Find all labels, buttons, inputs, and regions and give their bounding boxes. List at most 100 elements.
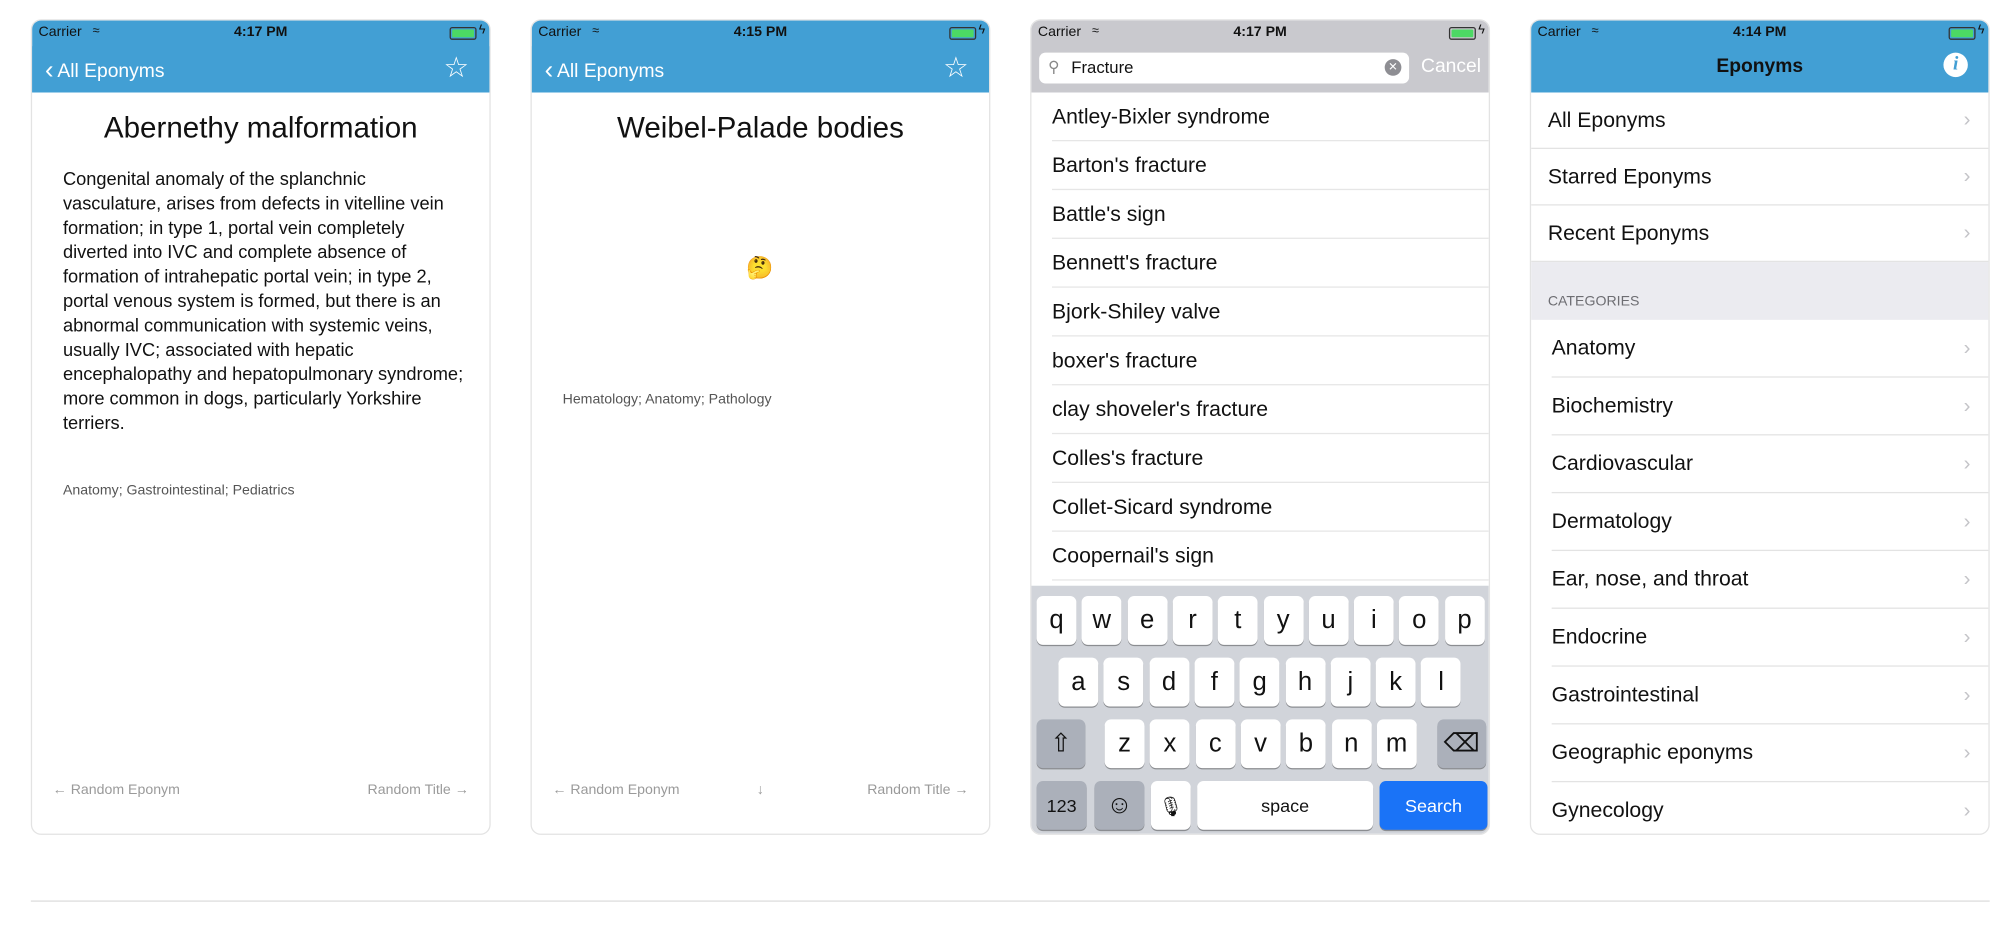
clear-icon[interactable]: ✕ <box>1384 59 1402 76</box>
category-item[interactable]: Biochemistry › <box>1531 378 1989 436</box>
key-j[interactable]: j <box>1330 657 1371 707</box>
section-header: CATEGORIES <box>1531 262 1989 320</box>
key-w[interactable]: w <box>1081 596 1122 645</box>
menu-item[interactable]: All Eponyms › <box>1531 92 1989 150</box>
key-l[interactable]: l <box>1421 657 1461 707</box>
search-input[interactable]: ⚲ Fracture ✕ <box>1039 52 1410 84</box>
key-k[interactable]: k <box>1375 657 1416 707</box>
charging-icon: ϟ <box>1478 23 1485 38</box>
search-result-item[interactable]: Bennett's fracture <box>1031 239 1489 288</box>
detail-screen-abernethy: Carrier ≈4:17 PM ϟ ‹ All Eponyms ☆ Aberneth… <box>30 19 491 835</box>
search-result-item[interactable]: Bjork-Shiley valve <box>1031 288 1489 337</box>
menu-item[interactable]: Recent Eponyms › <box>1531 206 1989 263</box>
category-label: Dermatology <box>1551 509 1672 534</box>
key-y[interactable]: y <box>1263 596 1304 645</box>
keyboard: q w e r t y u i o p a s d f g h j k l ⇧ z x c v b n m ⌫ 123 ☺ 🎙 space Se… <box>1031 585 1489 834</box>
key-n[interactable]: n <box>1331 719 1372 769</box>
section-header-label: CATEGORIES <box>1547 294 1640 310</box>
emoji-icon: ☺ <box>1106 791 1133 820</box>
random-eponym-link[interactable]: ← Random Eponym <box>552 782 679 797</box>
key-t[interactable]: t <box>1217 596 1258 645</box>
search-result-item[interactable]: Colles's fracture <box>1031 434 1489 483</box>
search-results-list: Antley-Bixler syndrome Barton's fracture B… <box>1031 92 1489 581</box>
search-result-item[interactable]: Barton's fracture <box>1031 141 1489 191</box>
key-s[interactable]: s <box>1103 657 1144 707</box>
key-d[interactable]: d <box>1149 657 1189 707</box>
microphone-key[interactable]: 🎙 <box>1150 780 1191 830</box>
space-key[interactable]: space <box>1197 780 1374 830</box>
key-r[interactable]: r <box>1172 596 1213 645</box>
key-e[interactable]: e <box>1127 596 1168 645</box>
key-q[interactable]: q <box>1036 596 1077 645</box>
key-h[interactable]: h <box>1285 657 1325 707</box>
chevron-left-icon: ‹ <box>544 56 554 85</box>
search-result-item[interactable]: clay shoveler's fracture <box>1031 385 1489 435</box>
key-p[interactable]: p <box>1444 596 1485 645</box>
category-item[interactable]: Anatomy › <box>1531 320 1989 378</box>
battery-icon <box>1948 26 1976 40</box>
key-z[interactable]: z <box>1104 719 1145 769</box>
chevron-left-icon: ‹ <box>44 56 54 85</box>
key-f[interactable]: f <box>1194 657 1235 707</box>
key-a[interactable]: a <box>1058 657 1099 707</box>
search-key[interactable]: Search <box>1379 780 1488 830</box>
key-g[interactable]: g <box>1239 657 1280 707</box>
cancel-button[interactable]: Cancel <box>1421 55 1481 77</box>
random-title-link[interactable]: Random Title → <box>368 782 469 797</box>
menu-item-label: Starred Eponyms <box>1547 165 1712 189</box>
microphone-icon: 🎙 <box>1158 796 1184 819</box>
search-result-item[interactable]: Battle's sign <box>1031 190 1489 239</box>
chevron-right-icon: › <box>1963 684 1971 707</box>
numbers-key[interactable]: 123 <box>1036 780 1087 830</box>
status-bar: Carrier ≈4:14 PM ϟ <box>1531 21 1988 47</box>
key-u[interactable]: u <box>1308 596 1349 645</box>
search-result-item[interactable]: Coopernail's sign <box>1031 532 1489 581</box>
back-button[interactable]: ‹ All Eponyms <box>45 55 165 85</box>
category-item[interactable]: Endocrine › <box>1531 609 1989 667</box>
category-item[interactable]: Gastrointestinal › <box>1531 667 1989 725</box>
star-icon[interactable]: ☆ <box>943 51 968 84</box>
menu-item[interactable]: Starred Eponyms › <box>1531 149 1989 206</box>
random-title-link[interactable]: Random Title → <box>867 782 968 797</box>
category-item[interactable]: Cardiovascular › <box>1531 435 1989 494</box>
search-icon: ⚲ <box>1048 57 1060 76</box>
category-label: Endocrine <box>1551 625 1648 649</box>
key-o[interactable]: o <box>1399 596 1440 645</box>
back-button[interactable]: ‹ All Eponyms <box>545 55 665 85</box>
search-screen: Carrier ≈4:17 PM ϟ ⚲ Fracture ✕ Cancel Ant… <box>1030 19 1491 835</box>
category-label: Ear, nose, and throat <box>1551 567 1749 591</box>
category-item[interactable]: Geographic eponyms › <box>1531 724 1989 783</box>
navigation-bar: ‹ All Eponyms ☆ <box>32 46 490 93</box>
chevron-right-icon: › <box>1963 511 1971 534</box>
chevron-right-icon: › <box>1963 109 1971 132</box>
time-label: 4:14 PM <box>1733 24 1787 40</box>
category-label: Geographic eponyms <box>1551 741 1754 765</box>
key-c[interactable]: c <box>1195 719 1236 769</box>
eponym-title: Weibel-Palade bodies <box>616 110 904 144</box>
chevron-right-icon: › <box>1963 395 1971 418</box>
category-item[interactable]: Dermatology › <box>1531 493 1989 552</box>
key-m[interactable]: m <box>1376 719 1417 769</box>
key-b[interactable]: b <box>1286 719 1326 769</box>
key-x[interactable]: x <box>1150 719 1190 769</box>
category-label: Anatomy <box>1551 336 1636 360</box>
chevron-right-icon: › <box>1963 165 1971 188</box>
key-v[interactable]: v <box>1240 719 1281 769</box>
star-icon[interactable]: ☆ <box>443 51 468 84</box>
category-item[interactable]: Gynecology › <box>1531 782 1988 833</box>
battery-icon <box>1448 26 1476 40</box>
shift-key[interactable]: ⇧ <box>1036 719 1086 769</box>
key-i[interactable]: i <box>1353 596 1394 645</box>
category-item[interactable]: Ear, nose, and throat › <box>1531 551 1989 609</box>
search-result-item[interactable]: Antley-Bixler syndrome <box>1031 92 1489 142</box>
chevron-right-icon: › <box>1963 742 1971 765</box>
info-icon[interactable]: i <box>1943 52 1968 78</box>
emoji-key[interactable]: ☺ <box>1094 780 1145 830</box>
search-result-item[interactable]: Collet-Sicard syndrome <box>1031 483 1489 532</box>
delete-key[interactable]: ⌫ <box>1437 719 1487 769</box>
time-label: 4:15 PM <box>733 24 788 40</box>
random-eponym-link[interactable]: ← Random Eponym <box>53 782 180 797</box>
chevron-right-icon: › <box>1963 222 1971 245</box>
search-result-item[interactable]: boxer's fracture <box>1031 337 1489 386</box>
down-arrow-button[interactable]: ↓ <box>757 782 764 797</box>
